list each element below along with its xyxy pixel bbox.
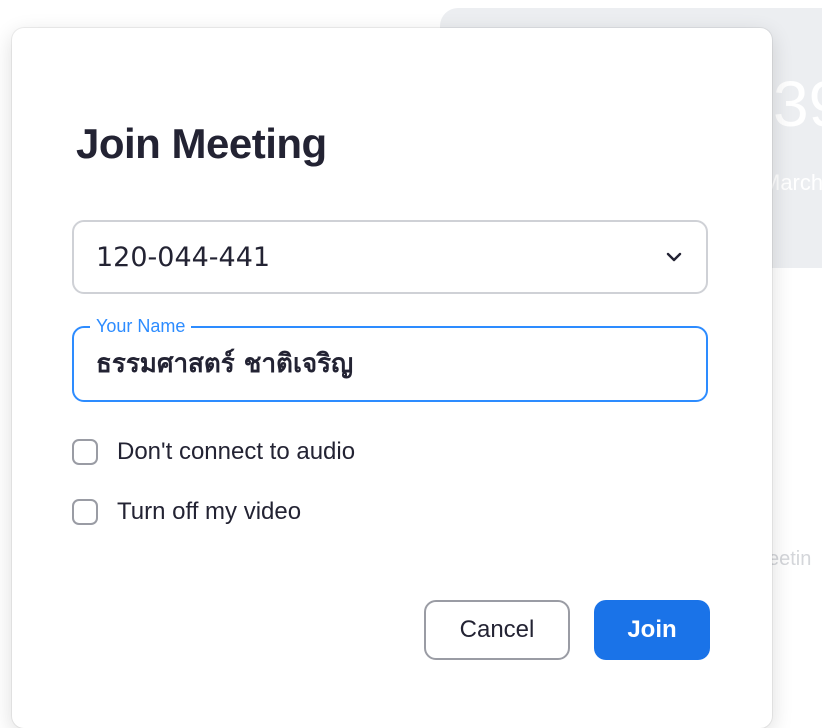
turn-off-video-option[interactable]: Turn off my video xyxy=(72,498,301,526)
your-name-label: Your Name xyxy=(90,315,192,337)
background-meeting-text: eetin xyxy=(768,548,812,570)
your-name-input[interactable]: ธรรมศาสตร์ ชาติเจริญ xyxy=(96,346,353,382)
dont-connect-audio-label[interactable]: Don't connect to audio xyxy=(117,438,355,466)
meeting-id-combobox[interactable]: 120-044-441 xyxy=(72,220,708,294)
cancel-button[interactable]: Cancel xyxy=(424,600,570,660)
chevron-down-icon[interactable] xyxy=(664,247,684,267)
turn-off-video-checkbox[interactable] xyxy=(72,499,98,525)
dialog-title: Join Meeting xyxy=(76,120,327,167)
dont-connect-audio-checkbox[interactable] xyxy=(72,439,98,465)
your-name-field[interactable]: Your Name ธรรมศาสตร์ ชาติเจริญ xyxy=(72,315,708,402)
join-button[interactable]: Join xyxy=(594,600,710,660)
dont-connect-audio-option[interactable]: Don't connect to audio xyxy=(72,438,355,466)
background-clock-time: 39 xyxy=(773,68,822,140)
join-meeting-dialog: Join Meeting 120-044-441 Your Name ธรรมศ… xyxy=(12,28,772,728)
turn-off-video-label[interactable]: Turn off my video xyxy=(117,498,301,526)
meeting-id-value[interactable]: 120-044-441 xyxy=(96,242,664,273)
